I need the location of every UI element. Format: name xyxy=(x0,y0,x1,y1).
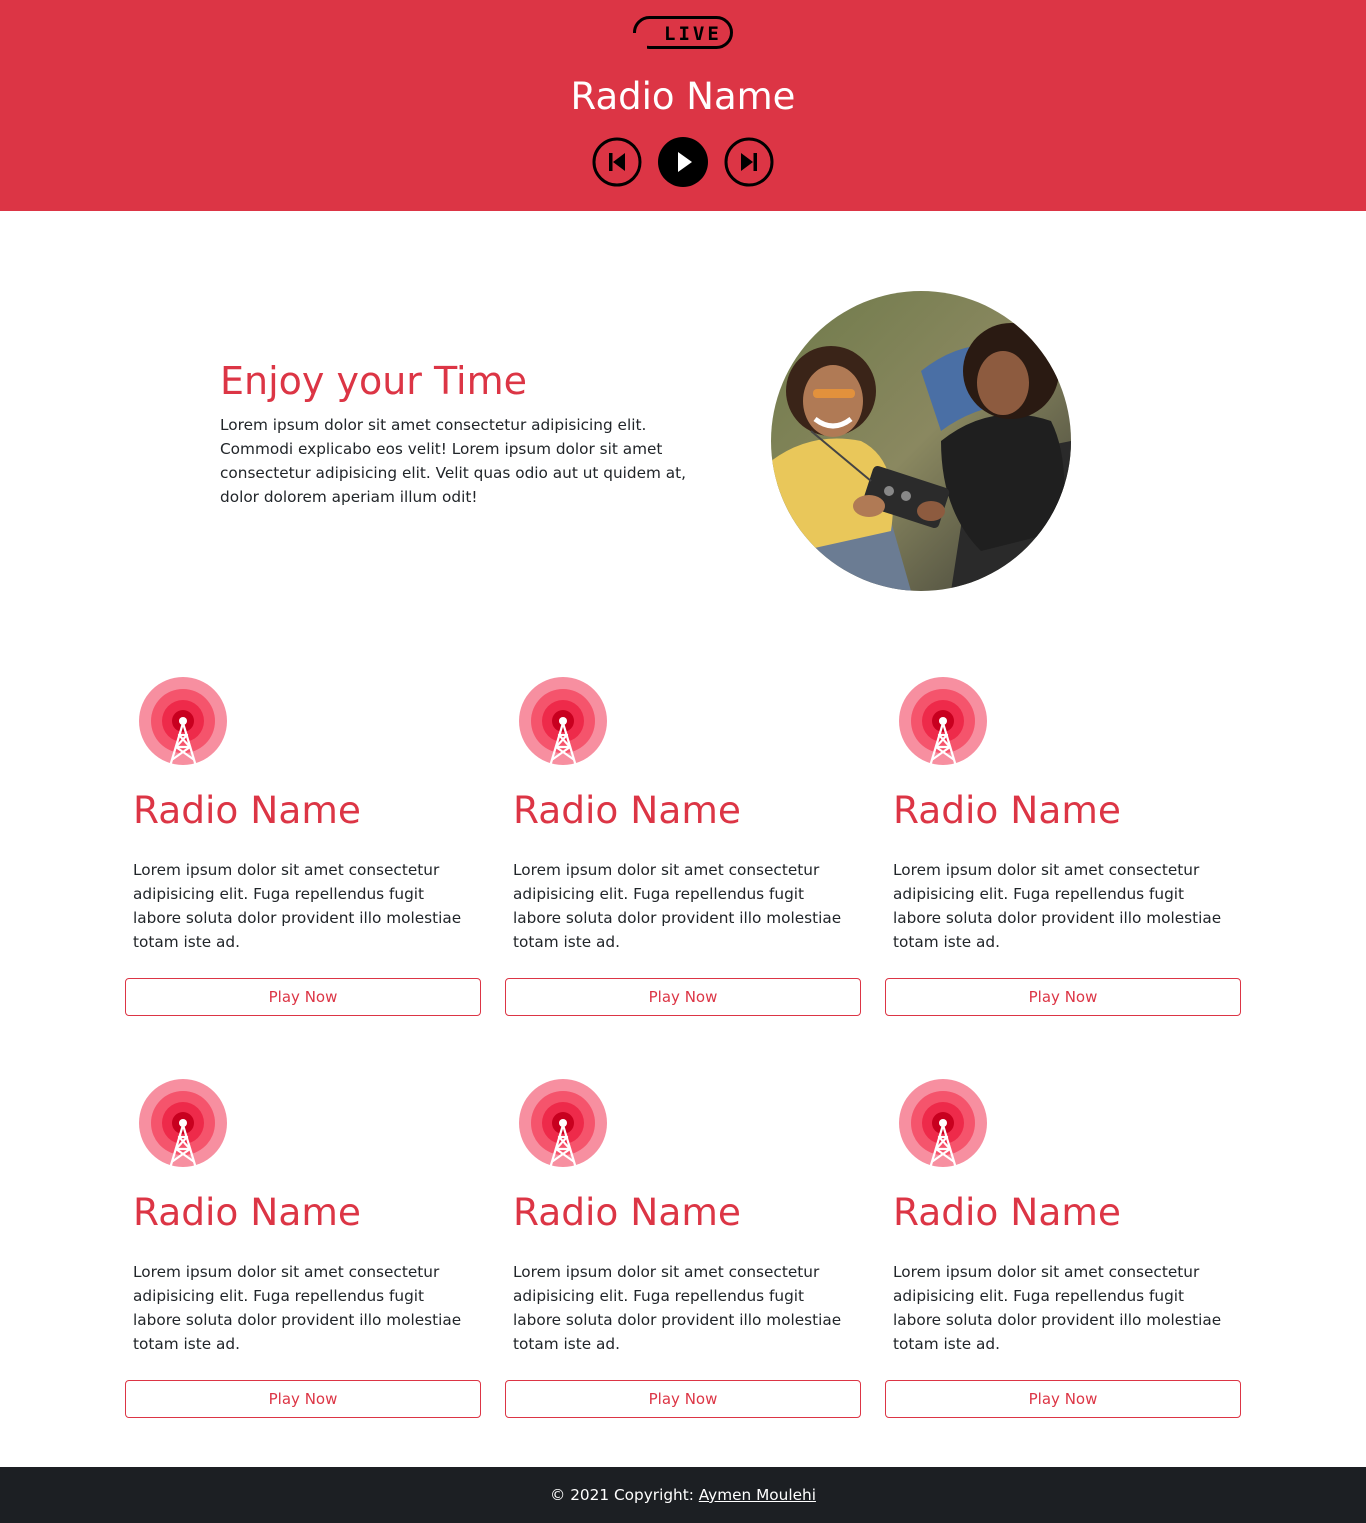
header-bar: LIVE Radio Name xyxy=(0,0,1366,211)
radio-tower-icon xyxy=(899,1079,987,1167)
card-text: Lorem ipsum dolor sit amet consectetur a… xyxy=(513,861,842,951)
footer-copyright: © 2021 Copyright: xyxy=(550,1486,699,1504)
live-badge-notch xyxy=(633,33,647,49)
radio-tower-icon xyxy=(139,677,227,765)
play-button[interactable] xyxy=(658,137,708,187)
station-card: Radio Name Lorem ipsum dolor sit amet co… xyxy=(505,1079,861,1439)
station-card: Radio Name Lorem ipsum dolor sit amet co… xyxy=(125,1079,481,1439)
play-now-button[interactable]: Play Now xyxy=(505,978,861,1016)
play-now-button[interactable]: Play Now xyxy=(505,1380,861,1418)
radio-tower-icon xyxy=(139,1079,227,1167)
radio-tower-icon xyxy=(519,1079,607,1167)
live-badge: LIVE xyxy=(633,16,733,49)
station-card: Radio Name Lorem ipsum dolor sit amet co… xyxy=(885,677,1241,1037)
footer: © 2021 Copyright: Aymen Moulehi xyxy=(0,1467,1366,1523)
card-text: Lorem ipsum dolor sit amet consectetur a… xyxy=(893,861,1222,951)
hero-title: Enjoy your Time xyxy=(220,359,527,403)
card-title: Radio Name xyxy=(513,1190,741,1234)
station-card: Radio Name Lorem ipsum dolor sit amet co… xyxy=(885,1079,1241,1439)
card-text: Lorem ipsum dolor sit amet consectetur a… xyxy=(133,1263,462,1353)
footer-author-link[interactable]: Aymen Moulehi xyxy=(699,1486,816,1504)
station-card: Radio Name Lorem ipsum dolor sit amet co… xyxy=(505,677,861,1037)
play-now-button[interactable]: Play Now xyxy=(885,1380,1241,1418)
card-title: Radio Name xyxy=(133,1190,361,1234)
station-card: Radio Name Lorem ipsum dolor sit amet co… xyxy=(125,677,481,1037)
card-text: Lorem ipsum dolor sit amet consectetur a… xyxy=(133,861,462,951)
card-text: Lorem ipsum dolor sit amet consectetur a… xyxy=(893,1263,1222,1353)
card-title: Radio Name xyxy=(893,788,1121,832)
play-now-button[interactable]: Play Now xyxy=(125,978,481,1016)
hero-photo xyxy=(771,291,1071,591)
play-icon xyxy=(658,137,708,187)
skip-next-icon xyxy=(724,137,774,187)
skip-previous-icon xyxy=(592,137,642,187)
next-button[interactable] xyxy=(724,137,774,187)
live-badge-label: LIVE xyxy=(664,23,722,45)
radio-tower-icon xyxy=(519,677,607,765)
card-title: Radio Name xyxy=(133,788,361,832)
card-title: Radio Name xyxy=(513,788,741,832)
station-title: Radio Name xyxy=(570,75,796,118)
play-now-button[interactable]: Play Now xyxy=(885,978,1241,1016)
radio-tower-icon xyxy=(899,677,987,765)
card-text: Lorem ipsum dolor sit amet consectetur a… xyxy=(513,1263,842,1353)
card-title: Radio Name xyxy=(893,1190,1121,1234)
play-now-button[interactable]: Play Now xyxy=(125,1380,481,1418)
previous-button[interactable] xyxy=(592,137,642,187)
hero-text: Lorem ipsum dolor sit amet consectetur a… xyxy=(220,416,687,506)
